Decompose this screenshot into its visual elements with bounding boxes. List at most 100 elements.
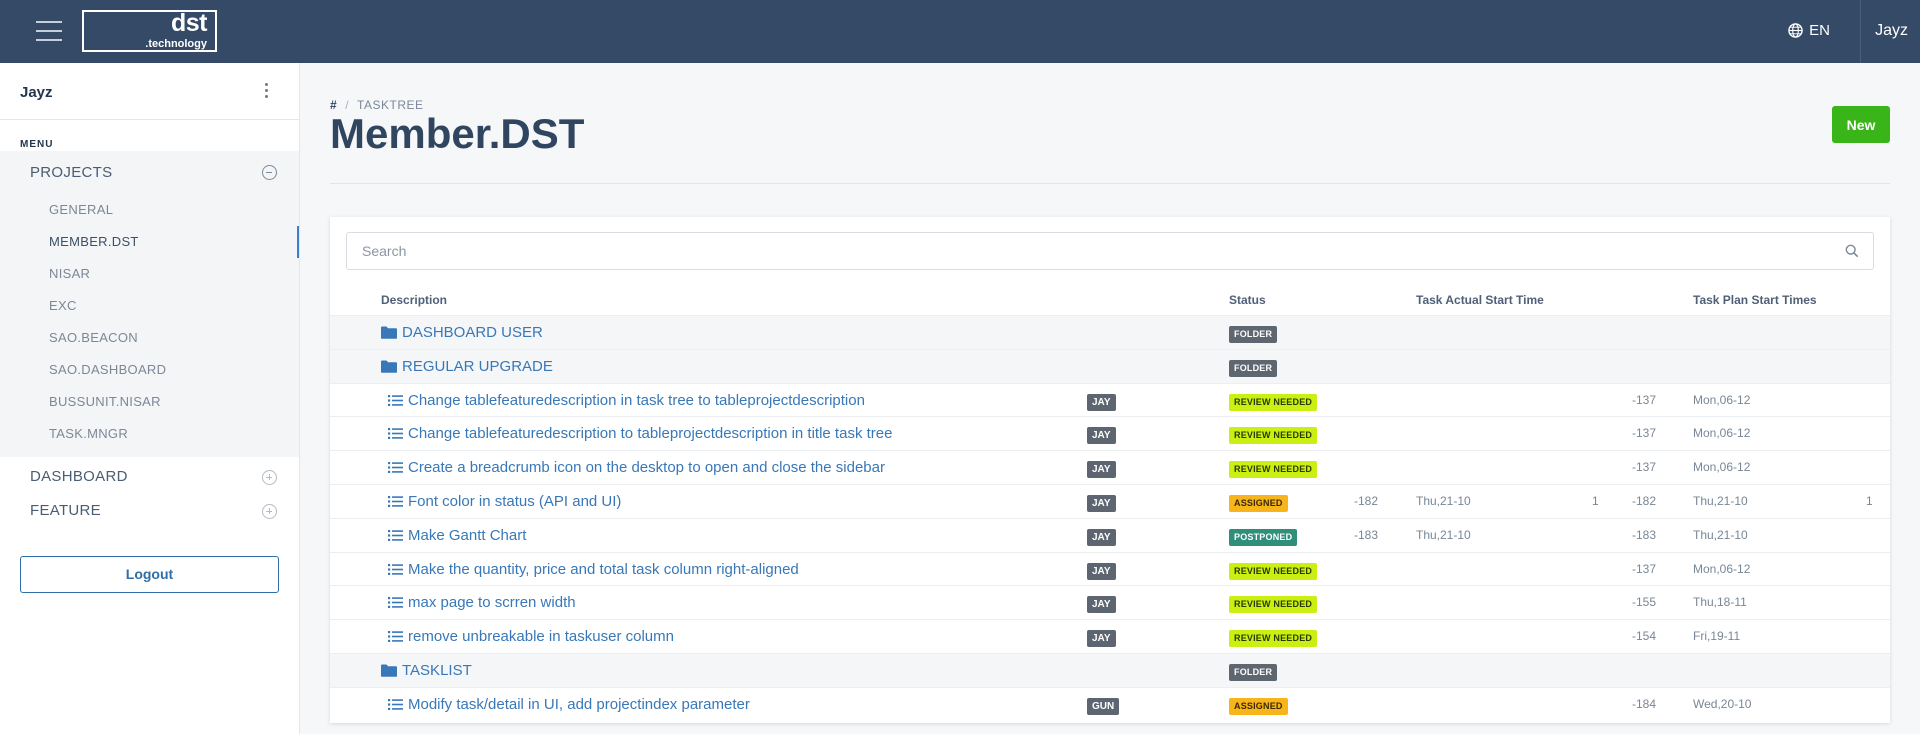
task-description-link[interactable]: DASHBOARD USER [381, 316, 543, 349]
task-description: Modify task/detail in UI, add projectind… [408, 695, 750, 713]
minus-circle-icon[interactable] [262, 165, 277, 180]
status-badge: FOLDER [1229, 359, 1278, 377]
plan-start-delta: -154 [1632, 629, 1657, 644]
sidebar-user-header: Jayz [0, 63, 299, 120]
task-list-icon [388, 394, 403, 406]
sidebar-item-sao-dashboard[interactable]: SAO.DASHBOARD [49, 362, 166, 377]
task-description-link[interactable]: Make Gantt Chart [388, 519, 526, 552]
plan-start-date: Mon,06-12 [1693, 426, 1751, 441]
sidebar-item-exc[interactable]: EXC [49, 298, 77, 313]
logo[interactable]: dst .technology [82, 9, 217, 52]
sidebar-section-projects-label[interactable]: PROJECTS [30, 164, 112, 181]
table-row[interactable]: DASHBOARD USER FOLDER [330, 315, 1890, 349]
sidebar-item-sao-beacon[interactable]: SAO.BEACON [49, 330, 138, 345]
status-badge: FOLDER [1229, 326, 1278, 343]
user-badge: JAY [1087, 495, 1116, 512]
logout-button[interactable]: Logout [20, 556, 279, 593]
logo-sub-text: .technology [145, 38, 207, 50]
status-badge: POSTPONED [1229, 528, 1298, 546]
page-title: Member.DST [330, 110, 585, 157]
task-description: REGULAR UPGRADE [402, 357, 553, 375]
column-header-description[interactable]: Description [381, 293, 447, 307]
search-box [346, 232, 1874, 270]
task-description-link[interactable]: Create a breadcrumb icon on the desktop … [388, 451, 885, 484]
new-button[interactable]: New [1832, 106, 1890, 143]
sidebar-section-projects: PROJECTS GENERAL MEMBER.DST NISAR EXC SA… [0, 151, 299, 457]
task-description-link[interactable]: REGULAR UPGRADE [381, 350, 553, 383]
plan-start-delta: -137 [1632, 561, 1657, 576]
plan-start-date: Thu,21-10 [1693, 527, 1748, 542]
topbar-divider [1860, 0, 1861, 63]
plus-circle-icon[interactable] [262, 504, 277, 519]
task-description: Make the quantity, price and total task … [408, 560, 799, 578]
task-list-icon [388, 631, 403, 643]
sidebar-item-bussunit-nisar[interactable]: BUSSUNIT.NISAR [49, 394, 161, 409]
table-row[interactable]: REGULAR UPGRADE FOLDER [330, 348, 1890, 383]
user-badge: JAY [1087, 427, 1116, 445]
status-badge: ASSIGNED [1229, 495, 1288, 512]
table-row[interactable]: Modify task/detail in UI, add projectind… [330, 686, 1890, 721]
table-row[interactable]: Change tablefeaturedescription in task t… [330, 382, 1890, 417]
actual-start-date: Thu,21-10 [1416, 527, 1471, 542]
table-row[interactable]: Font color in status (API and UI) JAY ASSI… [330, 484, 1890, 518]
kebab-icon[interactable] [265, 83, 269, 99]
folder-icon [381, 360, 397, 373]
table-row[interactable]: Make the quantity, price and total task … [330, 551, 1890, 586]
user-badge: GUN [1087, 697, 1120, 715]
task-description: Change tablefeaturedescription in task t… [408, 391, 865, 409]
actual-start-date: Thu,21-10 [1416, 494, 1471, 508]
folder-icon [381, 664, 397, 677]
task-list-icon [388, 462, 403, 474]
sidebar-item-general[interactable]: GENERAL [49, 202, 113, 217]
user-badge: JAY [1087, 528, 1116, 546]
task-list-icon [388, 597, 403, 609]
task-list-icon [388, 529, 403, 541]
plan-start-date: Wed,20-10 [1693, 696, 1752, 711]
sidebar-item-member-dst[interactable]: MEMBER.DST [49, 234, 139, 249]
language-selector[interactable]: EN [1788, 22, 1830, 39]
actual-start-delta: -182 [1354, 494, 1379, 508]
topbar-user-menu[interactable]: Jayz [1875, 22, 1908, 40]
plan-start-delta: -137 [1632, 460, 1657, 475]
actual-start-delta: -183 [1354, 527, 1379, 542]
table-row[interactable]: Change tablefeaturedescription to tablep… [330, 416, 1890, 450]
status-badge: REVIEW NEEDED [1229, 562, 1318, 580]
plan-start-delta: -137 [1632, 392, 1657, 407]
column-header-actual-start[interactable]: Task Actual Start Time [1416, 293, 1544, 307]
task-description-link[interactable]: Change tablefeaturedescription in task t… [388, 384, 865, 417]
actual-start-count: 1 [1592, 494, 1599, 508]
plan-start-date: Mon,06-12 [1693, 392, 1751, 407]
sidebar-item-nisar[interactable]: NISAR [49, 266, 90, 281]
sidebar-item-task-mngr[interactable]: TASK.MNGR [49, 426, 128, 441]
plan-start-date: Thu,18-11 [1693, 595, 1747, 610]
status-badge: REVIEW NEEDED [1229, 427, 1318, 445]
user-badge: JAY [1087, 596, 1116, 614]
task-list-icon [388, 563, 403, 575]
column-header-plan-start[interactable]: Task Plan Start Times [1693, 293, 1817, 307]
task-description-link[interactable]: Modify task/detail in UI, add projectind… [388, 688, 750, 721]
table-row[interactable]: TASKLIST FOLDER [330, 653, 1890, 687]
task-list-icon [388, 496, 403, 507]
table-row[interactable]: max page to scrren width JAY REVIEW NEEDED… [330, 585, 1890, 619]
task-description-link[interactable]: TASKLIST [381, 654, 472, 687]
task-description: Change tablefeaturedescription to tablep… [408, 425, 893, 443]
sidebar-section-feature[interactable]: FEATURE [30, 502, 101, 519]
column-header-status[interactable]: Status [1229, 293, 1266, 307]
search-icon[interactable] [1845, 244, 1859, 258]
task-description: DASHBOARD USER [402, 324, 543, 341]
menu-label: MENU [20, 139, 54, 150]
table-row[interactable]: Create a breadcrumb icon on the desktop … [330, 450, 1890, 484]
hamburger-icon[interactable] [36, 21, 62, 41]
plan-start-date: Mon,06-12 [1693, 460, 1751, 475]
sidebar-section-dashboard[interactable]: DASHBOARD [30, 468, 128, 485]
task-description-link[interactable]: Font color in status (API and UI) [388, 485, 621, 518]
task-description-link[interactable]: Change tablefeaturedescription to tablep… [388, 417, 892, 450]
task-description-link[interactable]: remove unbreakable in taskuser column [388, 620, 674, 653]
task-description-link[interactable]: max page to scrren width [388, 586, 576, 619]
table-row[interactable]: Make Gantt Chart JAY POSTPONED -183 Thu,21-1… [330, 517, 1890, 552]
plus-circle-icon[interactable] [262, 470, 277, 485]
task-description-link[interactable]: Make the quantity, price and total task … [388, 553, 799, 586]
plan-start-delta: -182 [1632, 494, 1657, 508]
table-row[interactable]: remove unbreakable in taskuser column JAY… [330, 619, 1890, 653]
search-input[interactable] [347, 233, 1837, 269]
